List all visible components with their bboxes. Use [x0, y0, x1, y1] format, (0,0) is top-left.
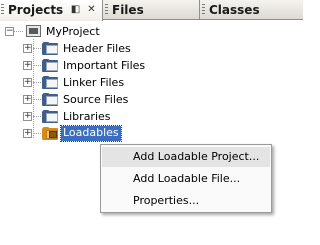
expand-icon[interactable]: + [23, 78, 32, 87]
expand-icon[interactable]: + [23, 129, 32, 138]
panel-tab-bar: Projects ◧ ✕ Files Classes [0, 0, 303, 21]
tree-row-header-files[interactable]: + Header Files [0, 40, 303, 57]
tree-row-important-files[interactable]: + Important Files [0, 57, 303, 74]
folder-icon [42, 42, 60, 55]
tree-connector [33, 65, 41, 66]
tab-grip-icon[interactable] [105, 4, 108, 16]
tree-item-label: Source Files [63, 93, 129, 106]
tree-row-loadables[interactable]: + Loadables [0, 125, 303, 142]
folder-icon [42, 59, 60, 72]
menu-item-properties[interactable]: Properties... [102, 191, 270, 211]
close-icon[interactable]: ✕ [86, 4, 97, 15]
project-chip-icon [26, 25, 41, 37]
tree-item-label: Header Files [63, 42, 131, 55]
tree-row-linker-files[interactable]: + Linker Files [0, 74, 303, 91]
tree-connector [33, 133, 41, 134]
tab-classes[interactable]: Classes [201, 0, 303, 20]
collapse-icon[interactable]: − [5, 27, 14, 36]
expand-icon[interactable]: + [23, 112, 32, 121]
tab-projects[interactable]: Projects ◧ ✕ [0, 0, 103, 21]
tree-connector [33, 48, 41, 49]
tab-classes-label: Classes [209, 3, 260, 17]
tree-connector [33, 82, 41, 83]
tree-root-label: MyProject [46, 25, 100, 38]
expand-icon[interactable]: + [23, 44, 32, 53]
tree-connector [33, 99, 41, 100]
tab-projects-label: Projects [8, 3, 64, 17]
minimize-window-icon[interactable]: ◧ [70, 4, 81, 15]
tab-files[interactable]: Files [104, 0, 200, 20]
menu-item-add-loadable-file[interactable]: Add Loadable File... [102, 169, 270, 189]
folder-icon [42, 93, 60, 106]
folder-icon [42, 110, 60, 123]
expand-icon[interactable]: + [23, 95, 32, 104]
tab-grip-icon[interactable] [202, 4, 205, 16]
context-menu: Add Loadable Project... Add Loadable Fil… [100, 144, 272, 213]
loadables-folder-icon [42, 127, 60, 140]
tree-item-label: Important Files [63, 59, 146, 72]
tree-item-label: Linker Files [63, 76, 125, 89]
tree-item-label-selected: Loadables [60, 125, 122, 142]
folder-icon [42, 76, 60, 89]
expand-icon[interactable]: + [23, 61, 32, 70]
tree-item-label: Libraries [63, 110, 111, 123]
tab-files-label: Files [112, 3, 144, 17]
menu-item-add-loadable-project[interactable]: Add Loadable Project... [102, 147, 270, 167]
tree-row-source-files[interactable]: + Source Files [0, 91, 303, 108]
tab-grip-icon[interactable] [1, 4, 4, 16]
tree-connector [33, 116, 41, 117]
tree-row-root[interactable]: − MyProject [0, 23, 303, 40]
tree-row-libraries[interactable]: + Libraries [0, 108, 303, 125]
